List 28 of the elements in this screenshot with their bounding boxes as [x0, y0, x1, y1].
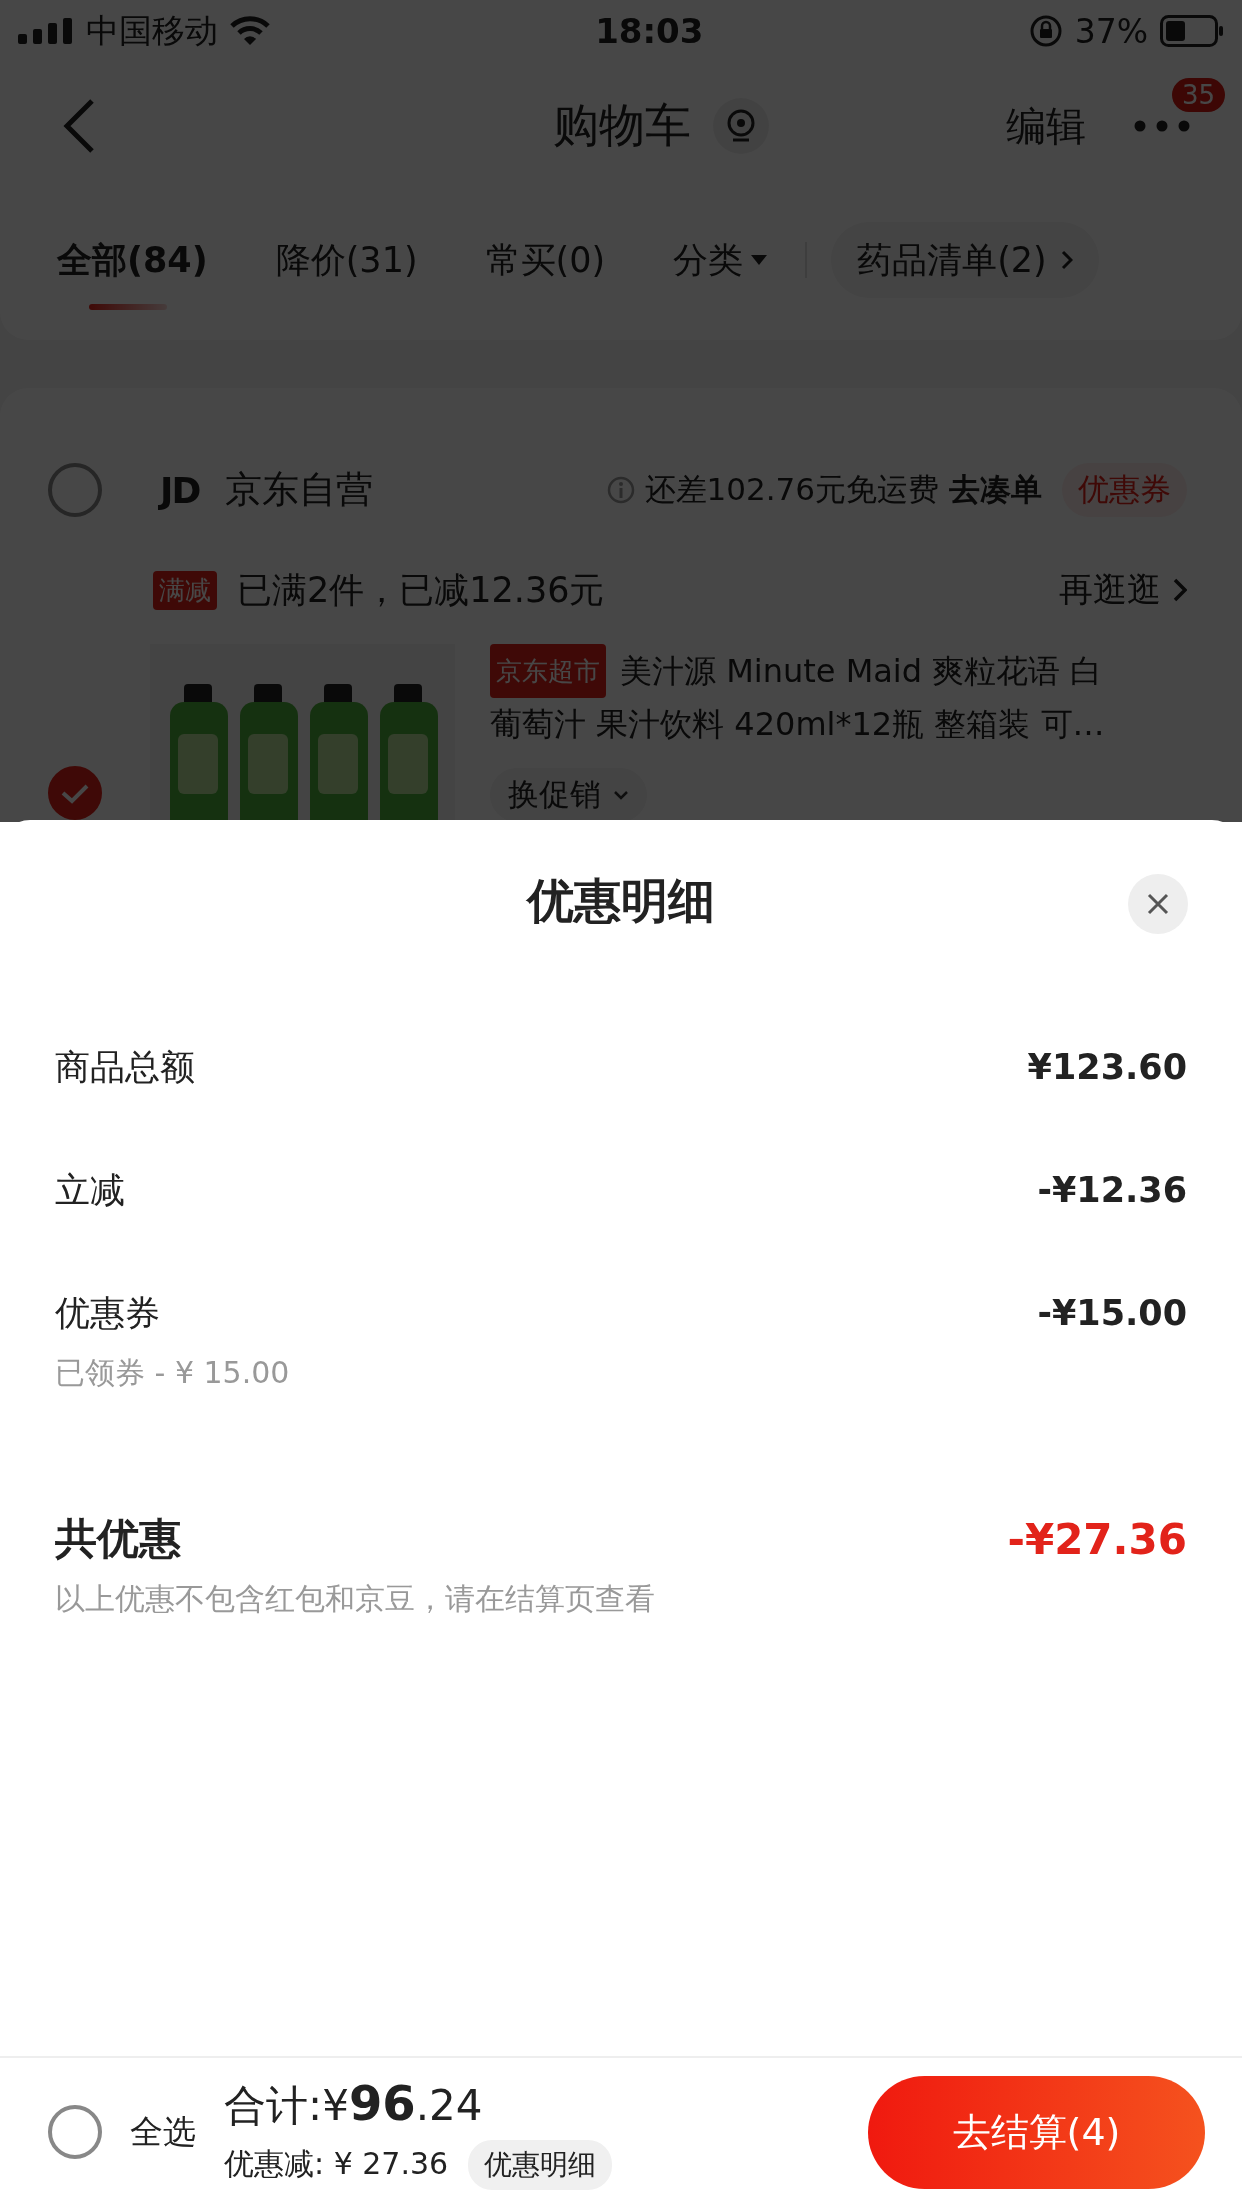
checkout-button[interactable]: 去结算(4) — [868, 2075, 1205, 2189]
discount-details-button[interactable]: 优惠明细 — [468, 2139, 613, 2190]
checkbox[interactable] — [48, 2105, 102, 2159]
carrier-name: 中国移动 — [86, 9, 218, 52]
product-name: 葡萄汁 果汁饮料 420ml*12瓶 整箱装 可… — [490, 704, 1105, 745]
store-name: 京东自营 — [225, 467, 374, 513]
status-time: 18:03 — [595, 11, 704, 51]
product-name: 美汁源 Minute Maid 爽粒花语 白 — [620, 651, 1103, 692]
total-price: 合计:¥96.24 — [224, 2074, 484, 2133]
note-text: 以上优惠不包含红包和京豆，请在结算页查看 — [55, 1580, 656, 1618]
line-amount: ¥123.60 — [1027, 1047, 1187, 1087]
total-label: 共优惠 — [55, 1513, 181, 1565]
total-amount: -¥27.36 — [1007, 1514, 1187, 1564]
line-amount: -¥12.36 — [1037, 1170, 1187, 1210]
line-label: 立减 — [55, 1168, 125, 1212]
sheet-title: 优惠明细 — [527, 872, 715, 930]
discount-text: 优惠减: ¥ 27.36 — [224, 2145, 449, 2183]
select-all-label[interactable]: 全选 — [130, 2109, 196, 2155]
page-title: 购物车 — [553, 97, 691, 154]
shipping-note: 还差102.76元免运费 — [644, 470, 939, 509]
note-text: 已领券 - ¥ 15.00 — [55, 1354, 291, 1392]
battery-percent: 37% — [1074, 11, 1148, 51]
line-label: 商品总额 — [55, 1045, 195, 1089]
promo-text: 已满2件，已减12.36元 — [237, 568, 605, 612]
line-amount: -¥15.00 — [1037, 1293, 1187, 1333]
close-icon — [1147, 893, 1169, 915]
store-logo: JD — [160, 469, 200, 511]
line-label: 优惠券 — [55, 1291, 160, 1335]
